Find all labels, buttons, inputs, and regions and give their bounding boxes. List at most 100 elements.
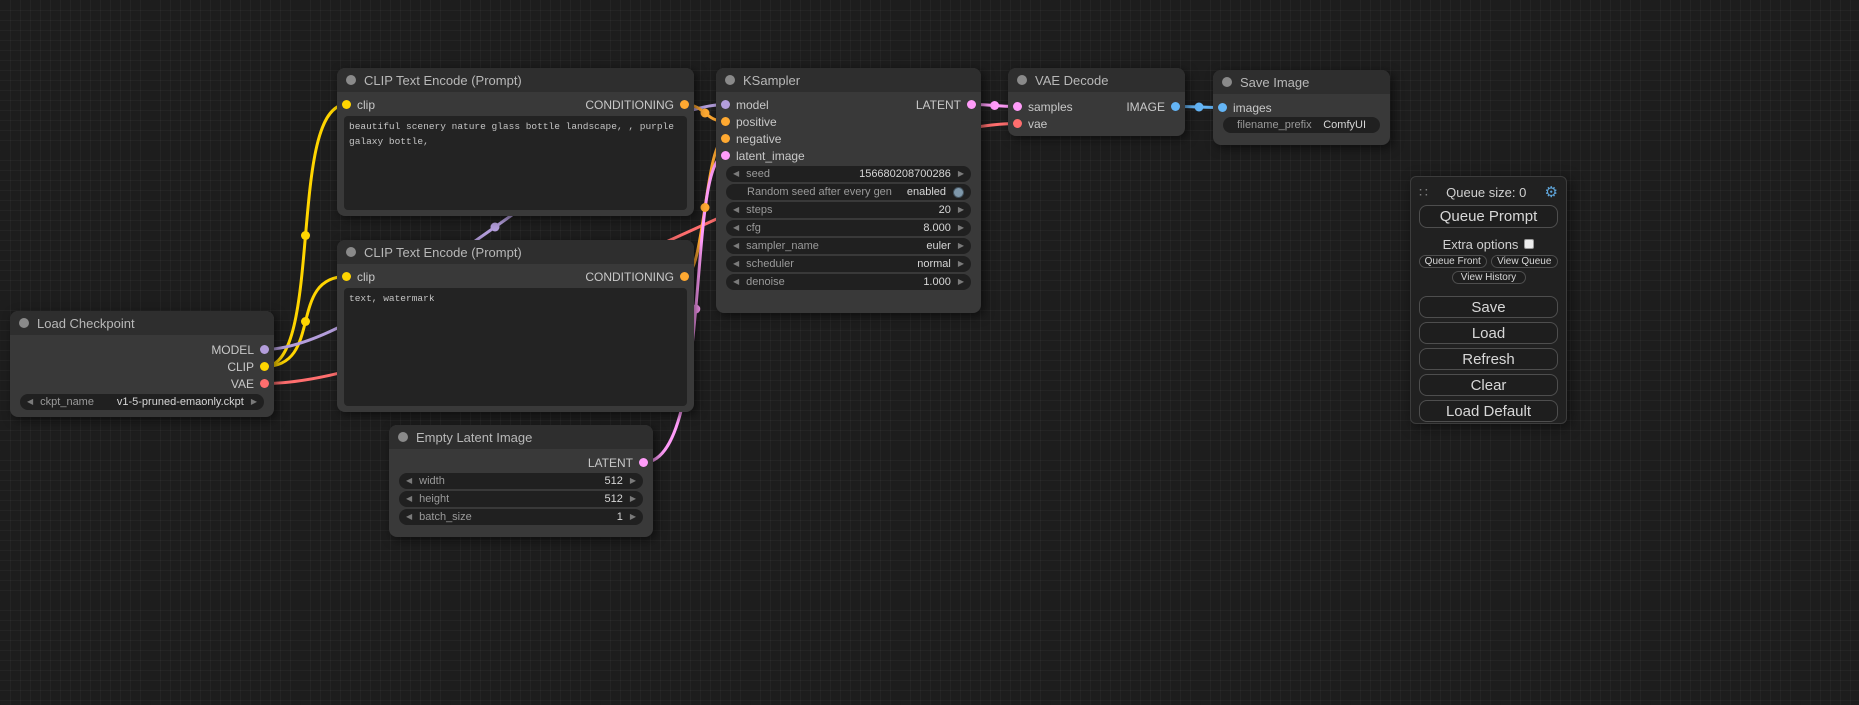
menu-drag-handle-icon[interactable] [1419, 185, 1428, 199]
increment-icon[interactable] [630, 513, 636, 521]
node-header[interactable]: Load Checkpoint [10, 311, 274, 335]
widget-label: batch_size [419, 511, 617, 523]
output-label: VAE [231, 377, 254, 391]
node-vae-decode[interactable]: VAE Decode samples IMAGE vae [1008, 68, 1185, 136]
batch-size-number-widget[interactable]: batch_size 1 [399, 509, 643, 525]
next-value-icon[interactable] [958, 260, 964, 268]
latent-image-input-port[interactable] [721, 151, 730, 160]
decrement-icon[interactable] [733, 278, 739, 286]
conditioning-output-port[interactable] [680, 100, 689, 109]
decrement-icon[interactable] [406, 513, 412, 521]
node-clip-text-encode-negative[interactable]: CLIP Text Encode (Prompt) clip CONDITION… [337, 240, 694, 412]
node-header[interactable]: VAE Decode [1008, 68, 1185, 92]
output-label: CONDITIONING [585, 270, 674, 284]
clip-input-port[interactable] [342, 272, 351, 281]
latent-output-port[interactable] [639, 458, 648, 467]
toggle-knob-icon[interactable] [953, 187, 964, 198]
link-midpoint-dot [701, 109, 710, 118]
node-header[interactable]: KSampler [716, 68, 981, 92]
clip-input-port[interactable] [342, 100, 351, 109]
node-empty-latent-image[interactable]: Empty Latent Image LATENT width 512 heig… [389, 425, 653, 537]
node-status-dot [398, 432, 408, 442]
settings-gear-icon[interactable] [1545, 185, 1558, 200]
input-label: vae [1028, 117, 1047, 131]
image-output-port[interactable] [1171, 102, 1180, 111]
node-load-checkpoint[interactable]: Load Checkpoint MODEL CLIP VAE ckpt_name… [10, 311, 274, 417]
width-number-widget[interactable]: width 512 [399, 473, 643, 489]
node-header[interactable]: Empty Latent Image [389, 425, 653, 449]
slot-row: images [1213, 99, 1390, 116]
height-number-widget[interactable]: height 512 [399, 491, 643, 507]
latent-output-port[interactable] [967, 100, 976, 109]
node-header[interactable]: Save Image [1213, 70, 1390, 94]
decrement-icon[interactable] [406, 477, 412, 485]
positive-input-port[interactable] [721, 117, 730, 126]
decrement-icon[interactable] [733, 170, 739, 178]
ckpt-name-combo-widget[interactable]: ckpt_name v1-5-pruned-emaonly.ckpt [20, 394, 264, 410]
refresh-button[interactable]: Refresh [1419, 348, 1558, 370]
increment-icon[interactable] [630, 495, 636, 503]
filename-prefix-widget[interactable]: filename_prefix ComfyUI [1223, 117, 1380, 133]
extra-options-checkbox[interactable] [1524, 239, 1534, 249]
increment-icon[interactable] [958, 278, 964, 286]
sampler-name-combo-widget[interactable]: sampler_name euler [726, 238, 971, 254]
cfg-number-widget[interactable]: cfg 8.000 [726, 220, 971, 236]
widget-value: 8.000 [923, 222, 951, 234]
denoise-number-widget[interactable]: denoise 1.000 [726, 274, 971, 290]
prev-value-icon[interactable] [27, 398, 33, 406]
conditioning-output-port[interactable] [680, 272, 689, 281]
increment-icon[interactable] [958, 170, 964, 178]
widget-label: scheduler [746, 258, 917, 270]
node-header[interactable]: CLIP Text Encode (Prompt) [337, 240, 694, 264]
next-value-icon[interactable] [958, 242, 964, 250]
queue-front-button[interactable]: Queue Front [1419, 255, 1487, 268]
node-title: CLIP Text Encode (Prompt) [364, 245, 522, 260]
steps-number-widget[interactable]: steps 20 [726, 202, 971, 218]
prev-value-icon[interactable] [733, 260, 739, 268]
widget-value: 20 [939, 204, 951, 216]
output-label: CLIP [227, 360, 254, 374]
model-output-port[interactable] [260, 345, 269, 354]
input-label: clip [357, 98, 375, 112]
negative-prompt-textarea[interactable]: text, watermark [344, 288, 687, 406]
vae-output-port[interactable] [260, 379, 269, 388]
increment-icon[interactable] [958, 206, 964, 214]
widget-value: 512 [604, 475, 622, 487]
decrement-icon[interactable] [733, 224, 739, 232]
clear-button[interactable]: Clear [1419, 374, 1558, 396]
decrement-icon[interactable] [406, 495, 412, 503]
link-midpoint-dot [990, 101, 999, 110]
prev-value-icon[interactable] [733, 242, 739, 250]
load-default-button[interactable]: Load Default [1419, 400, 1558, 422]
widget-value: euler [926, 240, 950, 252]
node-status-dot [19, 318, 29, 328]
increment-icon[interactable] [958, 224, 964, 232]
negative-input-port[interactable] [721, 134, 730, 143]
widget-label: width [419, 475, 604, 487]
view-history-button[interactable]: View History [1452, 271, 1526, 284]
load-button[interactable]: Load [1419, 322, 1558, 344]
images-input-port[interactable] [1218, 103, 1227, 112]
seed-number-widget[interactable]: seed 156680208700286 [726, 166, 971, 182]
decrement-icon[interactable] [733, 206, 739, 214]
widget-value: enabled [907, 186, 946, 198]
view-queue-button[interactable]: View Queue [1491, 255, 1559, 268]
node-clip-text-encode-positive[interactable]: CLIP Text Encode (Prompt) clip CONDITION… [337, 68, 694, 216]
node-header[interactable]: CLIP Text Encode (Prompt) [337, 68, 694, 92]
extra-options-label: Extra options [1443, 237, 1519, 252]
clip-output-port[interactable] [260, 362, 269, 371]
vae-input-port[interactable] [1013, 119, 1022, 128]
samples-input-port[interactable] [1013, 102, 1022, 111]
model-input-port[interactable] [721, 100, 730, 109]
random-seed-toggle-widget[interactable]: Random seed after every gen enabled [726, 184, 971, 200]
node-ksampler[interactable]: KSampler model LATENT positive negative [716, 68, 981, 313]
positive-prompt-textarea[interactable]: beautiful scenery nature glass bottle la… [344, 116, 687, 210]
queue-prompt-button[interactable]: Queue Prompt [1419, 205, 1558, 228]
scheduler-combo-widget[interactable]: scheduler normal [726, 256, 971, 272]
link-midpoint-dot [301, 231, 310, 240]
save-button[interactable]: Save [1419, 296, 1558, 318]
increment-icon[interactable] [630, 477, 636, 485]
node-save-image[interactable]: Save Image images filename_prefix ComfyU… [1213, 70, 1390, 145]
link-midpoint-dot [701, 203, 710, 212]
next-value-icon[interactable] [251, 398, 257, 406]
